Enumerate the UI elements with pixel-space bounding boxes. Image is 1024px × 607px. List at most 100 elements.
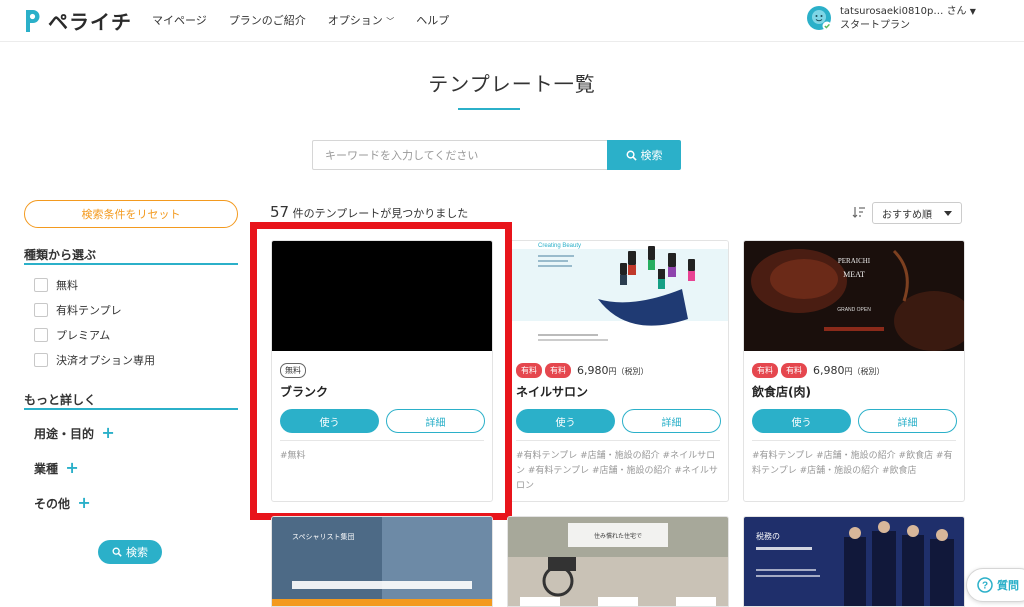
checkbox[interactable] (34, 303, 48, 317)
chevron-down-icon: ﹀ (386, 17, 395, 26)
nav-options[interactable]: オプション ﹀ (328, 12, 395, 28)
user-name: tatsurosaeki0810p… さん ▼ (840, 5, 976, 19)
thumb-text: 住み慣れた住宅で (594, 532, 642, 540)
user-plan: スタートプラン (840, 20, 910, 31)
search-input[interactable]: キーワードを入力してください (312, 140, 608, 170)
page-title: テンプレート一覧 (428, 72, 596, 96)
question-icon: ? (977, 577, 993, 593)
thumb-note: GRAND OPEN (837, 307, 871, 313)
results-count: 57 件のテンプレートが見つかりました (270, 203, 468, 221)
detail-button[interactable]: 詳細 (622, 409, 721, 433)
reset-filters-button[interactable]: 検索条件をリセット (24, 200, 238, 228)
sort-icon[interactable] (852, 205, 866, 219)
template-thumbnail[interactable]: スペシャリスト集団 (272, 517, 493, 607)
search-button[interactable]: 検索 (607, 140, 681, 170)
results-count-suffix: 件のテンプレートが見つかりました (292, 207, 469, 220)
template-tags: #有料テンプレ #店舗・施設の紹介 #ネイルサロン #有料テンプレ #店舗・施設… (516, 451, 718, 491)
search-icon (112, 547, 122, 557)
thumb-text: 税務の (756, 531, 780, 541)
divider (516, 440, 720, 441)
plus-icon[interactable]: + (100, 424, 116, 442)
results-count-number: 57 (270, 203, 290, 221)
checkbox[interactable] (34, 328, 48, 342)
price: 6,980円（税別） (577, 364, 649, 377)
template-thumbnail[interactable]: 住み慣れた住宅で (508, 517, 729, 607)
template-thumbnail[interactable]: 税務の (744, 517, 965, 607)
main-nav: マイページ プランのご紹介 オプション ﹀ ヘルプ (152, 12, 471, 28)
detail-heading: もっと詳しく (24, 393, 97, 407)
price-unit: 円 (844, 367, 853, 376)
filter-payment-option[interactable]: 決済オプション専用 (34, 352, 155, 368)
price-amount: 6,980 (577, 364, 609, 377)
checkbox[interactable] (34, 278, 48, 292)
sidebar-search-button[interactable]: 検索 (98, 540, 162, 564)
search-icon (626, 150, 637, 161)
filter-premium[interactable]: プレミアム (34, 327, 110, 343)
logo[interactable]: ペライチ (22, 6, 132, 35)
thumb-text: スペシャリスト集団 (292, 532, 355, 541)
filter-paid[interactable]: 有料テンプレ (34, 302, 122, 318)
expand-other-label: その他 (34, 497, 71, 511)
detail-heading-rule (24, 408, 238, 410)
plus-icon[interactable]: + (64, 459, 80, 477)
template-tags: #有料テンプレ #店舗・施設の紹介 #飲食店 #有料テンプレ #店舗・施設の紹介… (752, 451, 953, 476)
thumb-title: PERAICHI (838, 257, 871, 265)
paid-badge: 有料 (516, 363, 542, 378)
price-note: （税別） (616, 367, 649, 376)
paid-badge: 有料 (781, 363, 807, 378)
user-menu[interactable]: tatsurosaeki0810p… さん ▼ スタートプラン (806, 5, 976, 33)
price-note: （税別） (852, 367, 885, 376)
use-button[interactable]: 使う (752, 409, 851, 433)
nav-plans[interactable]: プランのご紹介 (229, 12, 306, 28)
expand-industry[interactable]: 業種 + (34, 459, 80, 477)
filter-free-label: 無料 (56, 279, 78, 292)
top-header: ペライチ マイページ プランのご紹介 オプション ﹀ ヘルプ tatsurosa… (0, 0, 1024, 42)
template-name: ネイルサロン (516, 385, 589, 399)
meat-thumbnail-art: PERAICHI MEAT GRAND OPEN (751, 249, 964, 351)
caret-down-icon (944, 211, 952, 216)
filter-paid-label: 有料テンプレ (56, 304, 122, 317)
expand-other[interactable]: その他 + (34, 494, 92, 512)
template-thumbnail[interactable]: Creating Beauty (508, 241, 728, 351)
filter-payment-option-label: 決済オプション専用 (56, 354, 155, 367)
thumb-title: Creating Beauty (538, 243, 581, 249)
template-card-partial[interactable]: スペシャリスト集団 (271, 516, 493, 607)
paid-badge: 有料 (752, 363, 778, 378)
caret-down-icon: ▼ (969, 7, 976, 16)
plus-icon[interactable]: + (76, 494, 92, 512)
detail-button[interactable]: 詳細 (858, 409, 957, 433)
template-name: 飲食店(肉) (752, 385, 811, 399)
nav-mypage[interactable]: マイページ (152, 12, 207, 28)
badges: 有料 有料 6,980円（税別） (516, 363, 649, 378)
template-card-partial[interactable]: 税務の (743, 516, 965, 607)
nav-help[interactable]: ヘルプ (416, 12, 449, 28)
price-amount: 6,980 (813, 364, 845, 377)
type-heading: 種類から選ぶ (24, 248, 97, 262)
filter-free[interactable]: 無料 (34, 277, 78, 293)
template-card-restaurant-meat[interactable]: PERAICHI MEAT GRAND OPEN 有料 有料 6,980円（税別… (743, 240, 965, 502)
use-button[interactable]: 使う (516, 409, 615, 433)
price-unit: 円 (608, 367, 617, 376)
user-name-text: tatsurosaeki0810p… さん (840, 6, 967, 17)
title-underline (458, 108, 520, 110)
help-chat-button[interactable]: ? 質問 (966, 568, 1024, 602)
nail-salon-thumbnail-art: Creating Beauty (508, 241, 728, 351)
sort-select[interactable]: おすすめ順 (872, 202, 962, 224)
checkbox[interactable] (34, 353, 48, 367)
badges: 有料 有料 6,980円（税別） (752, 363, 885, 378)
sort-select-value: おすすめ順 (882, 209, 932, 221)
template-thumbnail[interactable]: PERAICHI MEAT GRAND OPEN (744, 241, 964, 351)
expand-industry-label: 業種 (34, 462, 59, 476)
template-card-partial[interactable]: 住み慣れた住宅で (507, 516, 729, 607)
divider (752, 440, 956, 441)
logo-icon (26, 9, 40, 32)
search-button-label: 検索 (640, 149, 663, 162)
filter-premium-label: プレミアム (56, 329, 111, 342)
svg-text:?: ? (982, 581, 988, 592)
expand-purpose[interactable]: 用途・目的 + (34, 424, 116, 442)
nav-options-label: オプション (327, 14, 383, 27)
template-card-nail-salon[interactable]: Creating Beauty 有料 有料 6,980円（税別） ネイルサロン … (507, 240, 729, 502)
price: 6,980円（税別） (813, 364, 885, 377)
avatar (807, 6, 832, 31)
sidebar-search-label: 検索 (126, 546, 148, 559)
